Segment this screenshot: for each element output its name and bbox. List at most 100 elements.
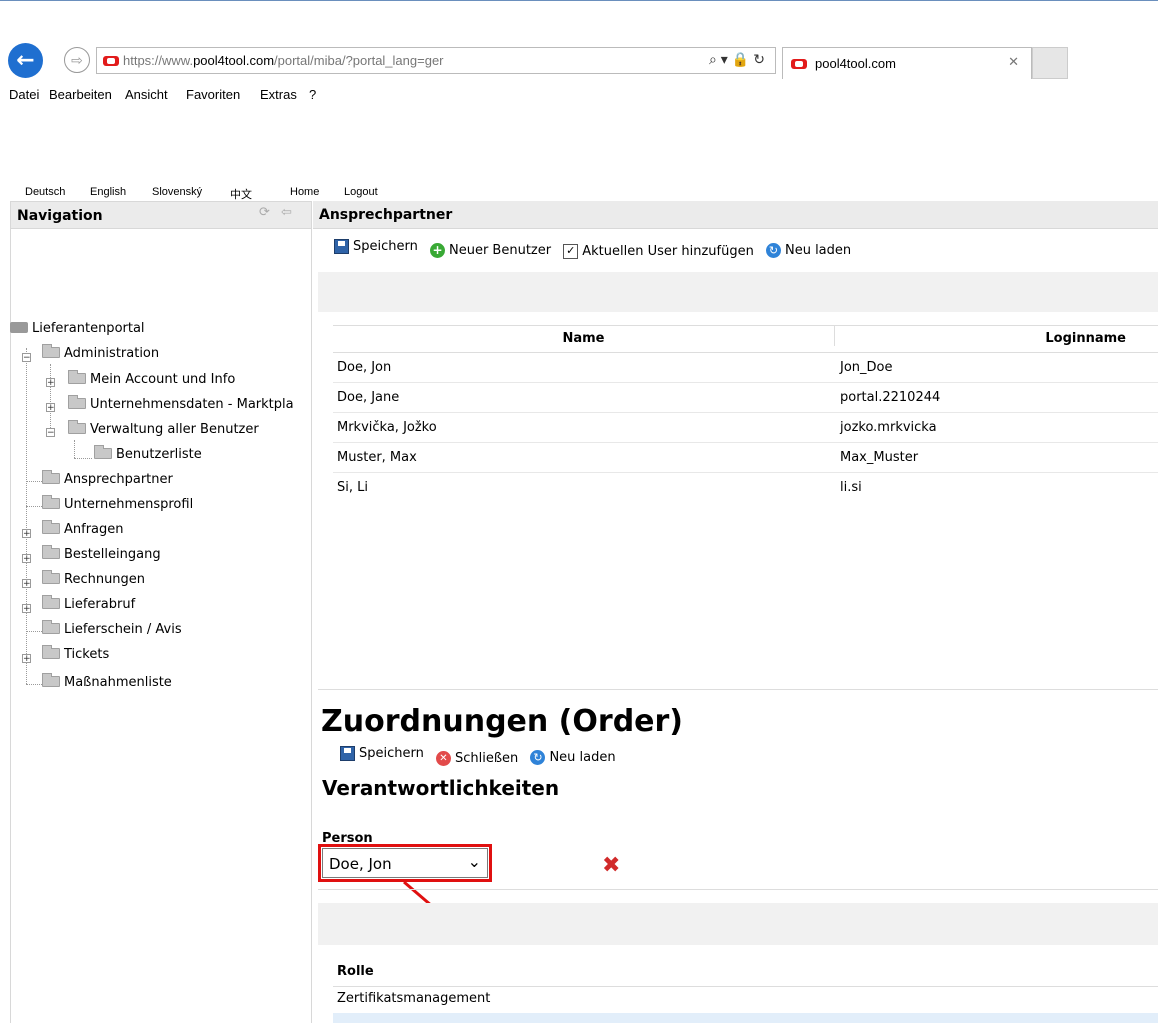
expand-bestelleingang-icon[interactable]: + [22,554,31,564]
divider [318,889,1158,890]
folder-icon [94,445,112,459]
collapse-administration-icon[interactable]: − [22,353,31,363]
column-header-rolle: Rolle [337,964,374,979]
close-icon: ✕ [436,751,451,766]
folder-icon [42,470,60,484]
tree-item-verwaltung[interactable]: Verwaltung aller Benutzer [68,420,259,440]
roles-grid-header[interactable]: Rolle [333,958,1158,987]
reload-button[interactable]: ↻ Neu laden [765,243,851,258]
save-icon [334,239,349,254]
panel-title: Ansprechpartner [319,207,453,223]
expand-anfragen-icon[interactable]: + [22,529,31,539]
tree-root-lieferantenportal[interactable]: Lieferantenportal [10,321,145,339]
lang-chinese[interactable]: 中文 [230,186,252,202]
refresh-icon[interactable]: ⟳ [259,205,270,220]
checkbox-icon: ✓ [563,244,579,259]
table-row[interactable]: Muster, Max Max_Muster [333,443,1158,473]
expand-tickets-icon[interactable]: + [22,654,31,664]
collapse-icon[interactable]: ⇦ [281,205,292,220]
table-row[interactable]: Mrkvička, Jožko jozko.mrkvicka [333,413,1158,443]
lang-slovensky[interactable]: Slovenský [152,186,202,198]
expand-lieferabruf-icon[interactable]: + [22,604,31,614]
folder-icon [42,645,60,659]
table-row[interactable]: Doe, Jane portal.2210244 [333,383,1158,413]
search-icon: ⌕ [708,52,721,68]
tree-item-ansprechpartner[interactable]: Ansprechpartner [42,470,173,490]
folder-icon [42,595,60,609]
contacts-grid: Name Loginname Doe, Jon Jon_Doe Doe, Jan… [333,325,1158,502]
tab-title: pool4tool.com [815,56,896,71]
menu-datei[interactable]: Datei [9,87,39,102]
tree-label: Lieferantenportal [32,321,145,336]
column-header-loginname[interactable]: Loginname [835,326,1158,352]
lang-deutsch[interactable]: Deutsch [25,186,65,198]
tree-item-tickets[interactable]: Tickets [42,645,109,665]
home-link[interactable]: Home [290,186,319,198]
expand-mein-account-icon[interactable]: + [46,378,55,388]
table-row[interactable] [333,1013,1158,1023]
lang-english[interactable]: English [90,186,126,198]
menu-bearbeiten[interactable]: Bearbeiten [49,87,112,102]
assignments-toolbar: Speichern ✕ Schließen ↻ Neu laden [340,746,624,766]
tree-line [26,684,42,685]
cell-role: Zertifikatsmanagement [337,991,491,1006]
menu-extras[interactable]: Extras [260,87,297,102]
logout-link[interactable]: Logout [344,186,378,198]
menu-ansicht[interactable]: Ansicht [125,87,168,102]
menu-help[interactable]: ? [309,87,316,102]
add-current-user-button[interactable]: ✓ Aktuellen User hinzufügen [563,244,754,259]
forward-button[interactable]: ⇨ [64,47,90,73]
folder-icon [42,620,60,634]
expand-unternehmensdaten-icon[interactable]: + [46,403,55,413]
column-header-name[interactable]: Name [333,326,835,346]
cell-name: Doe, Jane [337,390,400,405]
tree-item-massnahmenliste[interactable]: Maßnahmenliste [42,673,172,693]
tree-item-unternehmensdaten[interactable]: Unternehmensdaten - Marktpla [68,395,294,415]
folder-icon [42,520,60,534]
contacts-toolbar: Speichern + Neuer Benutzer ✓ Aktuellen Use… [334,239,859,259]
save-button[interactable]: Speichern [340,746,424,761]
tree-item-mein-account[interactable]: Mein Account und Info [68,370,235,390]
refresh-icon: ↻ [753,52,769,68]
tree-item-anfragen[interactable]: Anfragen [42,520,124,540]
expand-rechnungen-icon[interactable]: + [22,579,31,589]
tree-item-bestelleingang[interactable]: Bestelleingang [42,545,161,565]
table-row[interactable]: Doe, Jon Jon_Doe [333,353,1158,383]
reload-button[interactable]: ↻ Neu laden [530,750,616,765]
tree-line [74,458,92,459]
add-icon: + [430,243,445,258]
tree-item-lieferabruf[interactable]: Lieferabruf [42,595,135,615]
address-bar-icons[interactable]: ⌕▾🔒↻ [709,52,769,68]
new-tab-button[interactable] [1032,47,1068,79]
new-user-button[interactable]: + Neuer Benutzer [430,243,551,258]
tree-line [50,364,51,436]
tree-item-administration[interactable]: Administration [42,344,159,364]
save-button[interactable]: Speichern [334,239,418,254]
folder-icon [42,344,60,358]
tree-item-lieferschein[interactable]: Lieferschein / Avis [42,620,182,640]
cell-name: Doe, Jon [337,360,392,375]
remove-icon[interactable]: ✖ [602,853,620,878]
address-bar[interactable]: https://www.pool4tool.com/portal/miba/?p… [96,47,776,74]
table-row[interactable]: Si, Li li.si [333,473,1158,502]
tree-item-unternehmensprofil[interactable]: Unternehmensprofil [42,495,193,515]
menu-favoriten[interactable]: Favoriten [186,87,240,102]
browser-tab[interactable]: pool4tool.com ✕ [782,47,1032,79]
tree-item-benutzerliste[interactable]: Benutzerliste [94,445,202,465]
section-title: Verantwortlichkeiten [322,776,560,800]
tree-item-rechnungen[interactable]: Rechnungen [42,570,145,590]
folder-icon [68,395,86,409]
reload-icon: ↻ [530,750,546,765]
roles-toolbar-band [318,903,1158,945]
close-button[interactable]: ✕ Schließen [436,751,518,766]
tab-close-icon[interactable]: ✕ [1008,55,1019,70]
reload-icon: ↻ [765,243,781,258]
dropdown-icon: ▾ [720,52,732,68]
back-button[interactable]: ← [8,43,43,78]
collapse-verwaltung-icon[interactable]: − [46,428,55,438]
cell-name: Si, Li [337,480,368,495]
table-row[interactable]: Zertifikatsmanagement [333,987,1158,1013]
navigation-header: Navigation ⟳ ⇦ [10,201,312,229]
folder-icon [42,673,60,687]
navigation-title: Navigation [17,208,103,224]
